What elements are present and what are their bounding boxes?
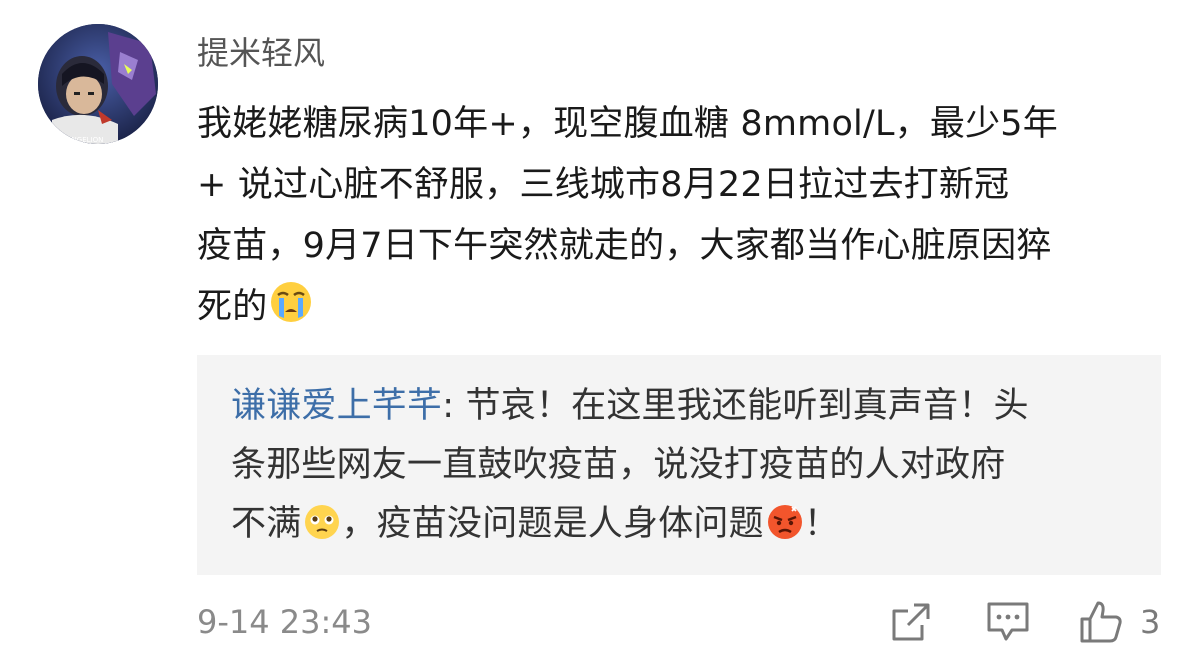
reply-line-text: : 节哀！在这里我还能听到真声音！头 (442, 386, 1029, 426)
avatar-image: EVANGELION (38, 24, 158, 144)
comment-timestamp: 9-14 23:43 (197, 603, 373, 641)
share-icon (892, 603, 930, 641)
share-button[interactable] (888, 596, 934, 648)
comment-icon (987, 602, 1029, 641)
reply-text: 谦谦爱上芊芊: 节哀！在这里我还能听到真声音！头 条那些网友一直鼓吹疫苗，说没打… (231, 377, 1151, 560)
reply-line-text: ，疫苗没问题是人身体问题 (341, 504, 764, 544)
reply-line: 谦谦爱上芊芊: 节哀！在这里我还能听到真声音！头 (231, 377, 1151, 436)
reply-author-link[interactable]: 谦谦爱上芊芊 (231, 386, 442, 426)
comment-line: + 说过心脏不舒服，三线城市8月22日拉过去打新冠 (197, 165, 1010, 205)
reply-line: 条那些网友一直鼓吹疫苗，说没打疫苗的人对政府 (231, 445, 1006, 485)
comment-line: 死的 (197, 277, 1157, 344)
crying-emoji-icon (269, 280, 313, 344)
comment-line-text: 死的 (197, 287, 268, 327)
pleading-emoji-icon (303, 501, 341, 560)
reply-button[interactable] (984, 596, 1032, 648)
reply-line-text: 不满 (231, 504, 302, 544)
comment-body: 我姥姥糖尿病10年+，现空腹血糖 8mmol/L，最少5年 + 说过心脏不舒服，… (197, 94, 1157, 344)
comment-line: 疫苗，9月7日下午突然就走的，大家都当作心脏原因猝 (197, 226, 1052, 266)
thumbs-up-icon (1080, 601, 1122, 643)
avatar[interactable]: EVANGELION (38, 24, 158, 144)
like-count: 3 (1140, 603, 1161, 641)
reply-line: 不满 ，疫苗没问题是人身体问题 ！ (231, 495, 1151, 560)
angry-emoji-icon (766, 501, 804, 560)
comment-line: 我姥姥糖尿病10年+，现空腹血糖 8mmol/L，最少5年 (197, 104, 1058, 144)
like-button[interactable]: 3 (1078, 596, 1160, 648)
reply-line-text: ！ (803, 504, 840, 544)
avatar-caption: EVANGELION (58, 136, 103, 144)
reply-box[interactable]: 谦谦爱上芊芊: 节哀！在这里我还能听到真声音！头 条那些网友一直鼓吹疫苗，说没打… (197, 355, 1161, 575)
comment-username[interactable]: 提米轻风 (197, 30, 325, 76)
